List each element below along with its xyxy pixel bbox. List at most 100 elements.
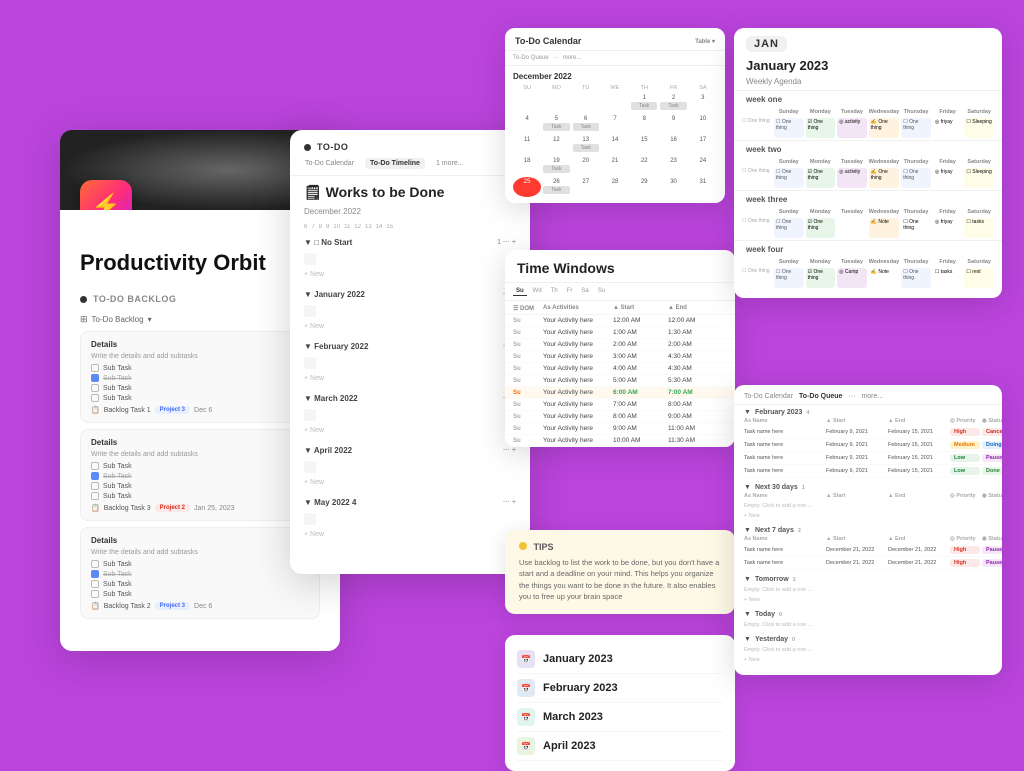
- tab-fr[interactable]: Fr: [564, 287, 576, 296]
- checkbox[interactable]: [91, 462, 99, 470]
- checkbox[interactable]: [91, 580, 99, 588]
- cal-day[interactable]: 14: [601, 135, 629, 155]
- cal-day[interactable]: 28: [601, 177, 629, 197]
- cal-day[interactable]: [513, 93, 541, 113]
- todo-tabs[interactable]: To-Do Calendar To-Do Timeline 1 more...: [290, 158, 530, 176]
- checkbox[interactable]: [91, 374, 99, 382]
- month-actions[interactable]: ··· +: [503, 499, 516, 506]
- qp-tab-calendar[interactable]: To-Do Calendar: [744, 393, 793, 400]
- checkbox[interactable]: [91, 590, 99, 598]
- cal-tab-more2[interactable]: more...: [563, 55, 582, 61]
- cal-day[interactable]: 27: [572, 177, 600, 197]
- subtask-row[interactable]: Sub Task: [91, 394, 309, 402]
- qp-tab-more[interactable]: ···: [848, 393, 855, 400]
- cal-day[interactable]: 29: [630, 177, 658, 197]
- cal-day[interactable]: 7: [601, 114, 629, 134]
- tab-timeline[interactable]: To-Do Timeline: [365, 158, 425, 169]
- checkbox[interactable]: [91, 570, 99, 578]
- new-row[interactable]: + New: [304, 321, 516, 332]
- cal-day[interactable]: 26Task name: [542, 177, 570, 197]
- checkbox[interactable]: [91, 394, 99, 402]
- subtask-row[interactable]: Sub Task: [91, 590, 309, 598]
- tab-sa[interactable]: Sa: [578, 287, 591, 296]
- cal-day[interactable]: 17: [689, 135, 717, 155]
- qp-header[interactable]: To-Do Calendar To-Do Queue ··· more...: [734, 385, 1002, 405]
- cal-day[interactable]: 12: [542, 135, 570, 155]
- checkbox[interactable]: [91, 492, 99, 500]
- qp-tab-queue[interactable]: To-Do Queue: [799, 393, 842, 400]
- checkbox[interactable]: [91, 384, 99, 392]
- qp-tab-more2[interactable]: more...: [861, 393, 883, 400]
- new-label[interactable]: + New: [744, 595, 992, 605]
- cal-day[interactable]: 18: [513, 156, 541, 176]
- new-row[interactable]: + New: [304, 529, 516, 540]
- subtask-row[interactable]: Sub Task: [91, 364, 309, 372]
- cal-day[interactable]: 2Task name: [659, 93, 687, 113]
- event-dot: Task name: [543, 165, 569, 173]
- cal-day[interactable]: 6Task name: [572, 114, 600, 134]
- new-row[interactable]: + New: [304, 425, 516, 436]
- new-label[interactable]: + New: [744, 511, 992, 521]
- tab-more[interactable]: 1 more...: [431, 158, 469, 169]
- cal-day[interactable]: 23: [659, 156, 687, 176]
- new-row[interactable]: + New: [304, 373, 516, 384]
- month-item-mar[interactable]: 📅 March 2023: [517, 703, 723, 732]
- tab-th[interactable]: Th: [548, 287, 561, 296]
- cal-day[interactable]: 30: [659, 177, 687, 197]
- checkbox[interactable]: [91, 364, 99, 372]
- checkbox[interactable]: [91, 560, 99, 568]
- cal-day[interactable]: 1Task name: [630, 93, 658, 113]
- cal-day[interactable]: 20: [572, 156, 600, 176]
- todo-subtitle: December 2022: [304, 207, 516, 216]
- new-row[interactable]: + New: [304, 477, 516, 488]
- month-actions[interactable]: ··· +: [503, 447, 516, 454]
- cal-day[interactable]: 19Task name: [542, 156, 570, 176]
- cal-day[interactable]: 24: [689, 156, 717, 176]
- tab-wd[interactable]: Wd: [530, 287, 545, 296]
- checkbox[interactable]: [91, 482, 99, 490]
- subtask-row[interactable]: Sub Task: [91, 462, 309, 470]
- cal-day[interactable]: [601, 93, 629, 113]
- cal-tab-more[interactable]: ···: [553, 55, 559, 61]
- subtask-row[interactable]: Sub Task: [91, 374, 309, 382]
- cal-day[interactable]: 16: [659, 135, 687, 155]
- new-label[interactable]: + New: [744, 655, 992, 665]
- tab-su2[interactable]: Su: [595, 287, 608, 296]
- tab-calendar[interactable]: To-Do Calendar: [300, 158, 359, 169]
- subtask-row[interactable]: Sub Task: [91, 570, 309, 578]
- cal-day[interactable]: [542, 93, 570, 113]
- calendar-tabs[interactable]: To-Do Queue ··· more...: [505, 51, 725, 66]
- cal-day[interactable]: 5Task name: [542, 114, 570, 134]
- tw-rows-container[interactable]: SuYour Activity here12:00 AM12:00 AM SuY…: [505, 315, 735, 447]
- month-item-feb[interactable]: 📅 February 2023: [517, 674, 723, 703]
- cal-day[interactable]: 3: [689, 93, 717, 113]
- subtask-row[interactable]: Sub Task: [91, 560, 309, 568]
- checkbox[interactable]: [91, 472, 99, 480]
- cal-day[interactable]: 21: [601, 156, 629, 176]
- cal-tab-queue[interactable]: To-Do Queue: [513, 55, 549, 61]
- subtask-row[interactable]: Sub Task: [91, 580, 309, 588]
- tw-tabs[interactable]: Su Wd Th Fr Sa Su: [505, 283, 735, 301]
- cal-day-today[interactable]: 25: [513, 177, 541, 197]
- view-bar[interactable]: ⊞ To-Do Backlog ▾: [80, 314, 320, 325]
- month-actions[interactable]: 1 ··· +: [497, 239, 516, 246]
- cal-day[interactable]: 4: [513, 114, 541, 134]
- subtask-row[interactable]: Sub Task: [91, 472, 309, 480]
- cal-day[interactable]: [572, 93, 600, 113]
- subtask-row[interactable]: Sub Task: [91, 482, 309, 490]
- tab-su[interactable]: Su: [513, 287, 527, 296]
- table-toggle[interactable]: Table ▾: [695, 38, 715, 45]
- cal-day[interactable]: 22: [630, 156, 658, 176]
- cal-day[interactable]: 9: [659, 114, 687, 134]
- month-item-apr[interactable]: 📅 April 2023: [517, 732, 723, 761]
- cal-day[interactable]: 11: [513, 135, 541, 155]
- subtask-row[interactable]: Sub Task: [91, 492, 309, 500]
- month-item-jan[interactable]: 📅 January 2023: [517, 645, 723, 674]
- cal-day[interactable]: 10: [689, 114, 717, 134]
- cal-day[interactable]: 13Task name: [572, 135, 600, 155]
- new-row[interactable]: + New: [304, 269, 516, 280]
- subtask-row[interactable]: Sub Task: [91, 384, 309, 392]
- cal-day[interactable]: 8: [630, 114, 658, 134]
- cal-day[interactable]: 31: [689, 177, 717, 197]
- cal-day[interactable]: 15: [630, 135, 658, 155]
